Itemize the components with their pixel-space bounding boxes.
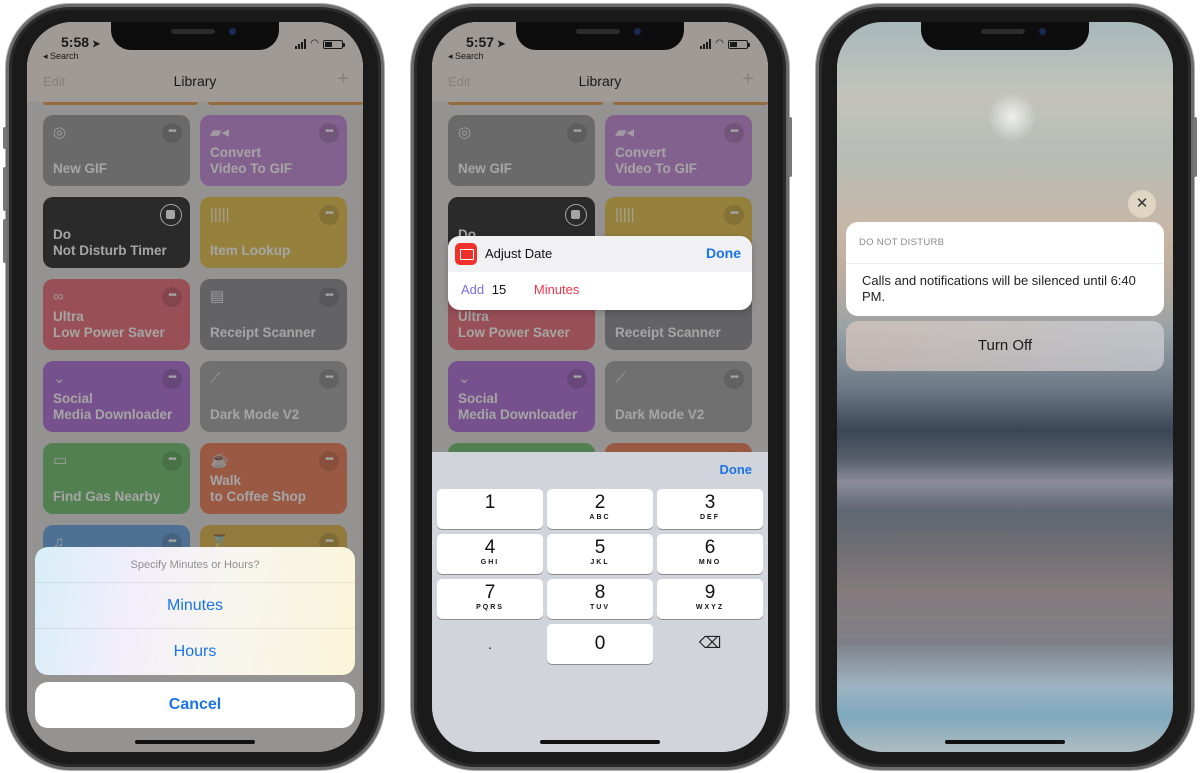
- unit-selector[interactable]: Minutes: [534, 282, 580, 297]
- side-button: [3, 127, 7, 149]
- calendar-icon: [455, 243, 477, 265]
- keyboard-done-button[interactable]: Done: [720, 462, 753, 477]
- volume-up-button: [3, 167, 7, 211]
- screen: Edit Library + ◎ ••• New GIF ▰◂ ••• Convert V…: [432, 22, 768, 752]
- wifi-icon: ◠: [715, 38, 724, 49]
- phone-adjust-date: Edit Library + ◎ ••• New GIF ▰◂ ••• Convert V…: [411, 4, 792, 770]
- key-6[interactable]: 6 MNO: [657, 534, 763, 574]
- side-button: [788, 117, 792, 177]
- wallpaper: [837, 22, 1173, 752]
- hours-option[interactable]: Hours: [35, 629, 355, 675]
- operation-selector[interactable]: Add: [461, 282, 484, 297]
- action-title: Adjust Date: [485, 246, 553, 261]
- clock: 5:58 ➤: [61, 34, 101, 50]
- home-indicator[interactable]: [540, 740, 660, 744]
- adjust-date-card: Adjust Date Done Add 15 Minutes: [448, 236, 752, 310]
- notch: [516, 22, 684, 50]
- screen: ✕ DO NOT DISTURB Calls and notifications…: [837, 22, 1173, 752]
- key-1[interactable]: 1: [437, 489, 543, 529]
- clock: 5:57 ➤: [466, 34, 506, 50]
- decimal-key[interactable]: .: [437, 624, 543, 664]
- key-0[interactable]: 0: [547, 624, 653, 664]
- close-button[interactable]: ✕: [1128, 190, 1156, 218]
- amount-field[interactable]: 15: [492, 282, 506, 297]
- cellular-signal-icon: [700, 39, 712, 49]
- screen: Edit Library + ◎ ••• New GIF ▰◂ ••• Convert V…: [27, 22, 363, 752]
- key-7[interactable]: 7 PQRS: [437, 579, 543, 619]
- cancel-button[interactable]: Cancel: [35, 682, 355, 728]
- key-3[interactable]: 3 DEF: [657, 489, 763, 529]
- number-keypad: Done 1 2 ABC 3 DEF 4 GHI 5 JKL 6 MNO 7 PQRS 8 TUV 9 WXYZ…: [432, 452, 768, 752]
- action-sheet: Specify Minutes or Hours? Minutes Hours …: [35, 547, 355, 728]
- minutes-option[interactable]: Minutes: [35, 583, 355, 629]
- home-indicator[interactable]: [945, 740, 1065, 744]
- turn-off-button[interactable]: Turn Off: [846, 321, 1164, 371]
- delete-key[interactable]: ⌫: [657, 624, 763, 664]
- notification-body: Calls and notifications will be silenced…: [862, 273, 1136, 304]
- phone-do-not-disturb: ✕ DO NOT DISTURB Calls and notifications…: [816, 4, 1197, 770]
- key-9[interactable]: 9 WXYZ: [657, 579, 763, 619]
- notch: [111, 22, 279, 50]
- action-sheet-title: Specify Minutes or Hours?: [35, 547, 355, 583]
- battery-icon: [728, 40, 750, 49]
- home-indicator[interactable]: [135, 740, 255, 744]
- close-icon: ✕: [1135, 195, 1149, 212]
- location-arrow-icon: ➤: [497, 39, 506, 50]
- key-4[interactable]: 4 GHI: [437, 534, 543, 574]
- done-button[interactable]: Done: [706, 245, 741, 261]
- key-2[interactable]: 2 ABC: [547, 489, 653, 529]
- notification-card[interactable]: DO NOT DISTURB Calls and notifications w…: [846, 222, 1164, 316]
- side-button: [1193, 117, 1197, 177]
- wifi-icon: ◠: [310, 38, 319, 49]
- back-to-search-link[interactable]: ◂ Search: [43, 51, 79, 62]
- notch: [921, 22, 1089, 50]
- location-arrow-icon: ➤: [92, 39, 101, 50]
- key-5[interactable]: 5 JKL: [547, 534, 653, 574]
- battery-icon: [323, 40, 345, 49]
- phone-library-action-sheet: Edit Library + ◎ ••• New GIF ▰◂ ••• Convert V…: [3, 4, 384, 770]
- volume-down-button: [3, 219, 7, 263]
- notification-app-name: DO NOT DISTURB: [846, 222, 1164, 264]
- key-8[interactable]: 8 TUV: [547, 579, 653, 619]
- back-to-search-link[interactable]: ◂ Search: [448, 51, 484, 62]
- cellular-signal-icon: [295, 39, 307, 49]
- backspace-icon: ⌫: [698, 635, 722, 652]
